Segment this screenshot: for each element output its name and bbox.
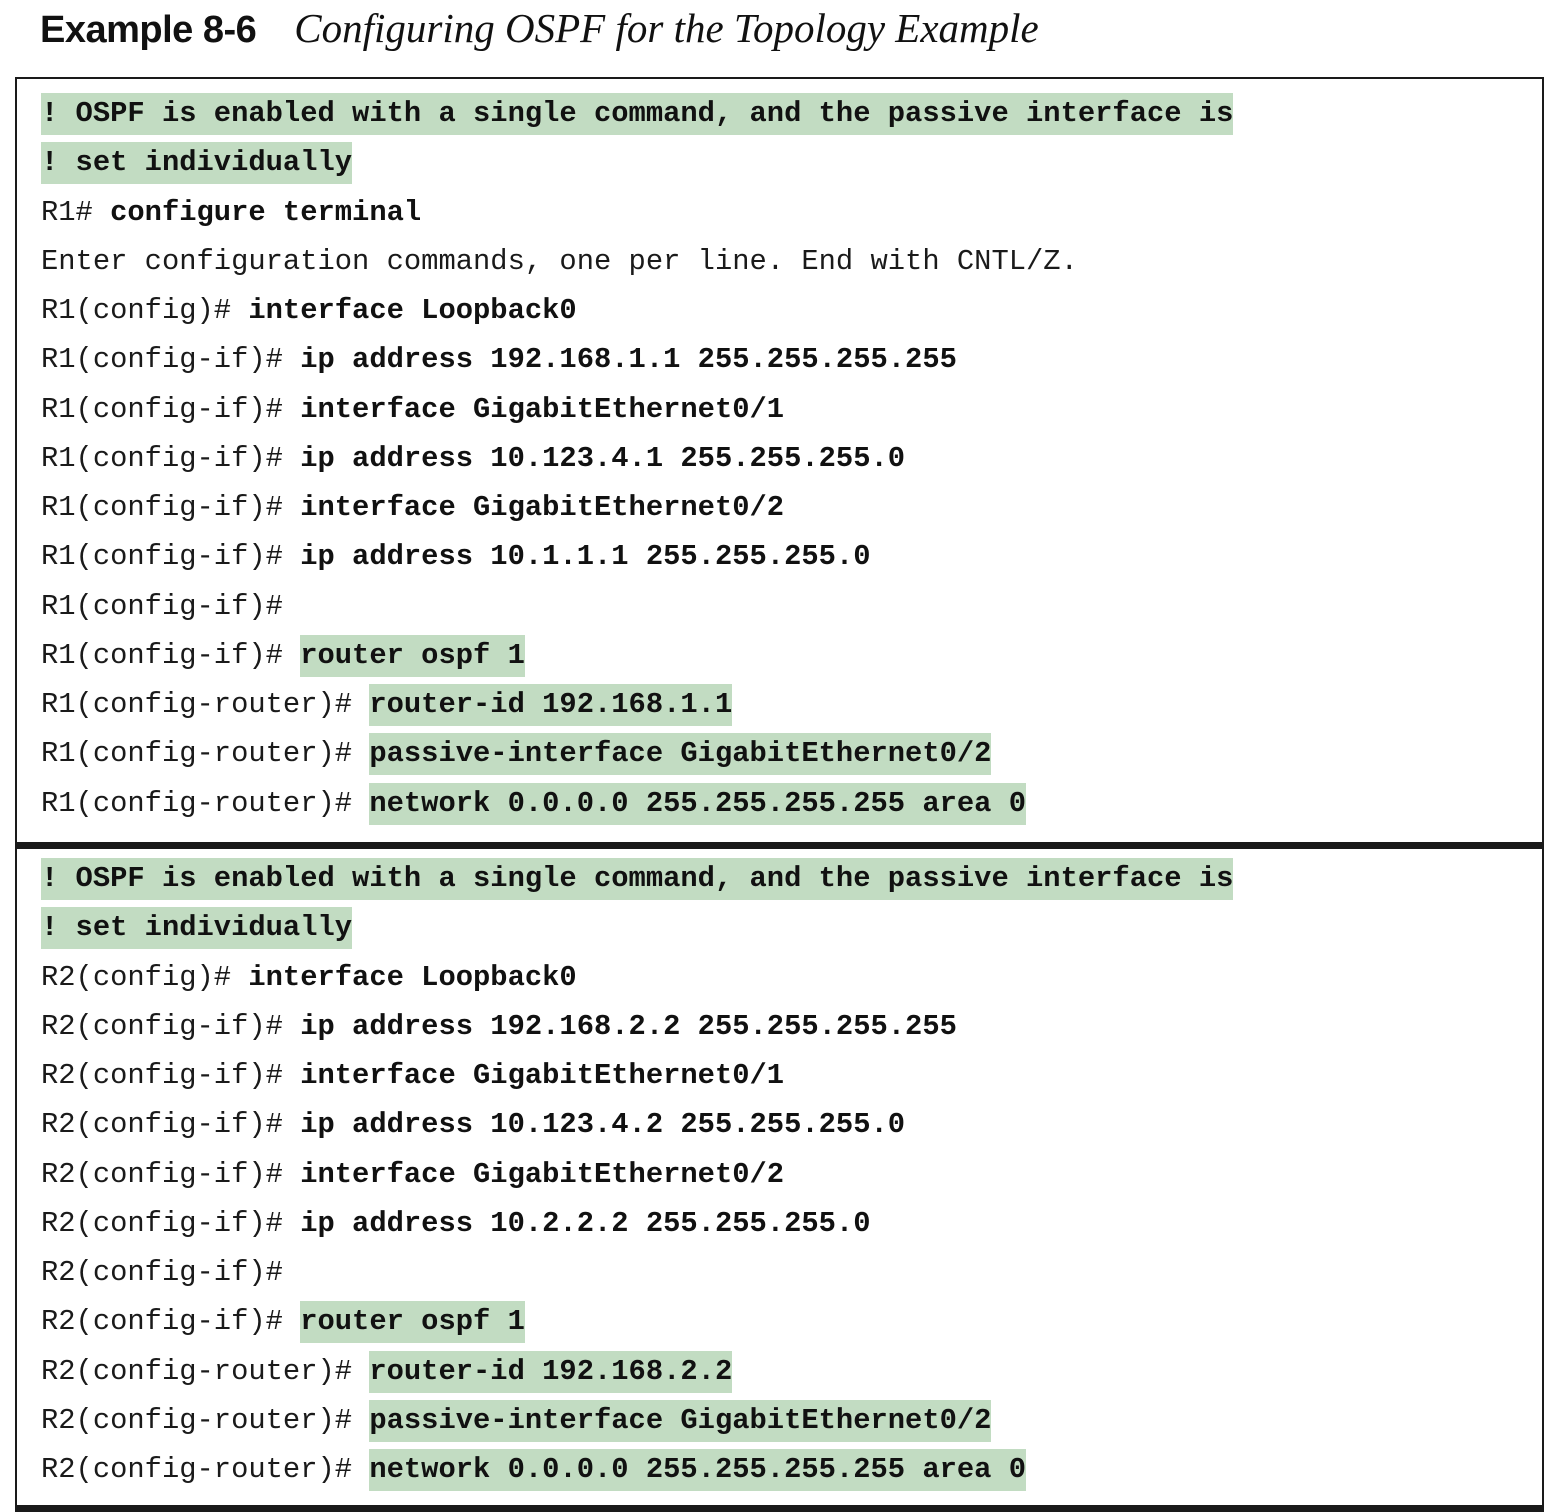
code-line: R2(config-if)# router ospf 1 <box>41 1297 1233 1346</box>
cli-prompt: R1# <box>41 195 111 229</box>
cli-prompt: R2(config-if)# <box>41 1108 301 1142</box>
code-line: R2(config-router)# router-id 192.168.2.2 <box>41 1347 1233 1396</box>
highlighted-command: router ospf 1 <box>300 1301 525 1344</box>
cli-prompt: R2(config-router)# <box>41 1453 370 1486</box>
cli-prompt: R1(config-if)# <box>41 343 301 377</box>
highlighted-command: passive-interface GigabitEthernet0/2 <box>369 1399 992 1442</box>
cli-prompt: R2(config-if)# <box>41 1305 301 1339</box>
cli-prompt: R2(config-if)# <box>41 1157 301 1191</box>
cli-prompt: Enter configuration commands, one per li… <box>41 244 1078 278</box>
cli-prompt: R1(config-if)# <box>41 491 301 524</box>
example-number: Example 8-6 <box>40 9 257 51</box>
highlighted-command: network 0.0.0.0 255.255.255.255 area 0 <box>369 782 1027 825</box>
cli-prompt: R1(config-if)# <box>41 589 283 623</box>
code-line: R1(config-router)# router-id 192.168.1.1 <box>41 680 1233 729</box>
cli-prompt: R1(config)# <box>41 294 249 327</box>
cli-prompt: R1(config-router)# <box>41 737 370 771</box>
cli-command: interface GigabitEthernet0/2 <box>300 1157 785 1191</box>
highlighted-command: network 0.0.0.0 255.255.255.255 area 0 <box>369 1449 1027 1491</box>
code-line: R2(config-if)# ip address 192.168.2.2 25… <box>41 1002 1233 1051</box>
cli-command: ip address 192.168.1.1 255.255.255.255 <box>300 343 957 377</box>
cli-prompt: R2(config-router)# <box>41 1403 370 1437</box>
bottom-rule <box>15 1505 1544 1512</box>
cli-prompt: R2(config-if)# <box>41 1009 301 1043</box>
cli-command: ip address 10.2.2.2 255.255.255.0 <box>300 1206 871 1240</box>
example-title: Configuring OSPF for the Topology Exampl… <box>294 5 1039 51</box>
cli-prompt: R2(config-if)# <box>41 1206 301 1240</box>
code-line: R2(config-if)# interface GigabitEthernet… <box>41 1150 1233 1199</box>
code-line: R1(config-if)# <box>41 582 1233 631</box>
code-line: ! OSPF is enabled with a single command,… <box>41 89 1234 138</box>
cli-prompt: R1(config-router)# <box>41 786 370 820</box>
code-line: R2(config-if)# ip address 10.2.2.2 255.2… <box>41 1199 1233 1248</box>
code-line: R2(config-if)# <box>41 1248 1233 1297</box>
code-line: R1(config)# interface Loopback0 <box>41 286 1233 335</box>
cli-prompt: R1(config-if)# <box>41 441 301 475</box>
cli-prompt: R1(config-if)# <box>41 540 301 574</box>
code-line: R2(config-router)# network 0.0.0.0 255.2… <box>41 1445 1233 1494</box>
code-line: Enter configuration commands, one per li… <box>41 237 1233 286</box>
cli-command: interface GigabitEthernet0/1 <box>300 1059 785 1092</box>
highlighted-command: ! OSPF is enabled with a single command,… <box>41 858 1234 900</box>
section-divider <box>15 842 1544 849</box>
code-line: R1(config-if)# ip address 10.1.1.1 255.2… <box>41 532 1233 581</box>
cli-prompt: R2(config-if)# <box>41 1059 301 1092</box>
r2-config-section: ! OSPF is enabled with a single command,… <box>41 854 1234 1494</box>
code-line: R1(config-if)# router ospf 1 <box>41 631 1233 680</box>
cli-command: ip address 10.123.4.2 255.255.255.0 <box>300 1108 906 1142</box>
highlighted-command: ! set individually <box>41 142 353 185</box>
cli-prompt: R2(config-if)# <box>41 1256 283 1289</box>
highlighted-command: ! OSPF is enabled with a single command,… <box>41 93 1234 135</box>
cli-prompt: R1(config-router)# <box>41 688 370 721</box>
code-line: R2(config-if)# ip address 10.123.4.2 255… <box>41 1100 1233 1149</box>
cli-command: ip address 10.123.4.1 255.255.255.0 <box>300 441 906 475</box>
code-line: R2(config-if)# interface GigabitEthernet… <box>41 1051 1233 1100</box>
cli-prompt: R2(config-router)# <box>41 1354 370 1388</box>
code-line: R2(config-router)# passive-interface Gig… <box>41 1396 1233 1445</box>
highlighted-command: router-id 192.168.1.1 <box>369 684 733 726</box>
code-line: R1(config-if)# interface GigabitEthernet… <box>41 385 1233 434</box>
code-line: R1(config-if)# interface GigabitEthernet… <box>41 483 1233 532</box>
cli-command: configure terminal <box>110 195 422 229</box>
example-header: Example 8-6 Configuring OSPF for the Top… <box>40 4 1039 56</box>
cli-command: interface GigabitEthernet0/1 <box>300 392 785 426</box>
highlighted-command: router ospf 1 <box>300 634 525 677</box>
cli-command: interface Loopback0 <box>248 960 577 994</box>
code-line: ! OSPF is enabled with a single command,… <box>41 854 1234 903</box>
r1-config-section: ! OSPF is enabled with a single command,… <box>41 89 1234 828</box>
code-line: R1(config-if)# ip address 10.123.4.1 255… <box>41 434 1233 483</box>
highlighted-command: router-id 192.168.2.2 <box>369 1350 733 1393</box>
highlighted-command: passive-interface GigabitEthernet0/2 <box>369 733 992 776</box>
code-line: R1(config-router)# network 0.0.0.0 255.2… <box>41 779 1233 828</box>
code-line: R1(config-router)# passive-interface Gig… <box>41 729 1233 778</box>
code-line: R2(config)# interface Loopback0 <box>41 953 1233 1002</box>
cli-command: ip address 192.168.2.2 255.255.255.255 <box>300 1009 957 1043</box>
cli-command: ip address 10.1.1.1 255.255.255.0 <box>300 540 871 574</box>
cli-prompt: R1(config-if)# <box>41 392 301 426</box>
cli-command: interface Loopback0 <box>248 294 577 327</box>
cli-prompt: R2(config)# <box>41 960 249 994</box>
code-line: ! set individually <box>41 903 1233 952</box>
cli-prompt: R1(config-if)# <box>41 638 301 672</box>
code-line: ! set individually <box>41 138 1233 187</box>
code-line: R1(config-if)# ip address 192.168.1.1 25… <box>41 335 1233 384</box>
code-line: R1# configure terminal <box>41 188 1233 237</box>
highlighted-command: ! set individually <box>41 907 353 950</box>
cli-command: interface GigabitEthernet0/2 <box>300 491 785 524</box>
